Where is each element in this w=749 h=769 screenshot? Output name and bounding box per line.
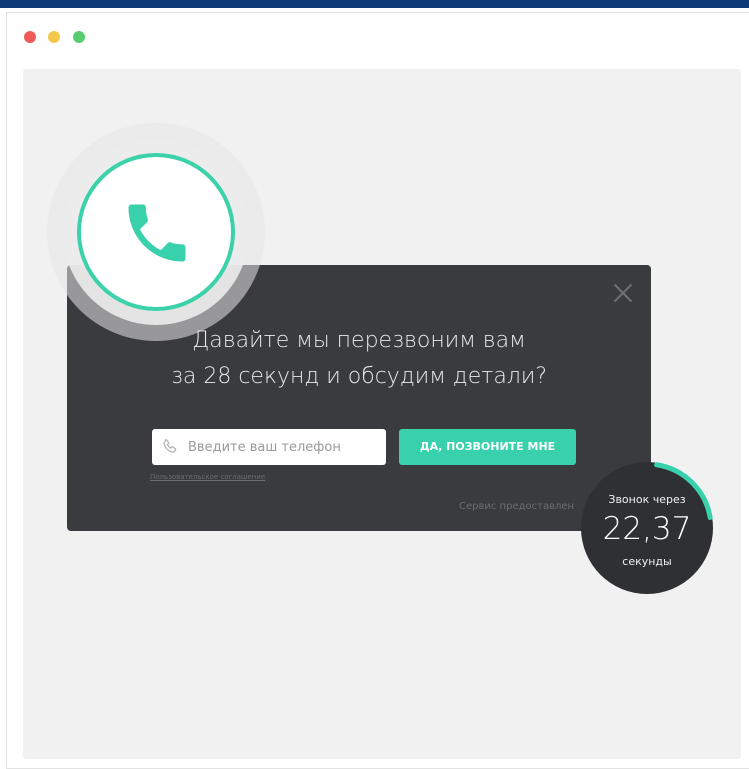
service-provided-text: Сервис предоставлен bbox=[459, 501, 575, 512]
browser-window: Давайте мы перезвоним вам за 28 секунд и… bbox=[6, 12, 749, 769]
close-icon[interactable] bbox=[613, 283, 633, 303]
countdown-timer: Звонок через 22,37 секунды bbox=[579, 459, 715, 597]
call-me-button[interactable]: ДА, ПОЗВОНИТЕ МНЕ bbox=[399, 429, 576, 465]
page-content: Давайте мы перезвоним вам за 28 секунд и… bbox=[23, 69, 741, 759]
phone-field[interactable] bbox=[152, 429, 386, 465]
close-window-button[interactable] bbox=[24, 31, 36, 43]
timer-value: 22,37 bbox=[602, 511, 692, 547]
user-agreement-link[interactable]: Пользовательское соглашение bbox=[150, 473, 265, 481]
minimize-window-button[interactable] bbox=[48, 31, 60, 43]
phone-input[interactable] bbox=[188, 429, 378, 465]
timer-label-top: Звонок через bbox=[608, 493, 686, 506]
top-accent-bar bbox=[0, 0, 749, 8]
maximize-window-button[interactable] bbox=[73, 31, 85, 43]
phone-outline-icon bbox=[160, 437, 180, 457]
headline-line-1: Давайте мы перезвоним вам bbox=[192, 328, 526, 353]
call-widget-circle[interactable] bbox=[77, 153, 235, 311]
timer-label-bottom: секунды bbox=[622, 555, 672, 568]
modal-headline: Давайте мы перезвоним вам за 28 секунд и… bbox=[67, 323, 651, 395]
headline-line-2: за 28 секунд и обсудим детали? bbox=[170, 364, 548, 389]
phone-icon bbox=[128, 204, 186, 262]
